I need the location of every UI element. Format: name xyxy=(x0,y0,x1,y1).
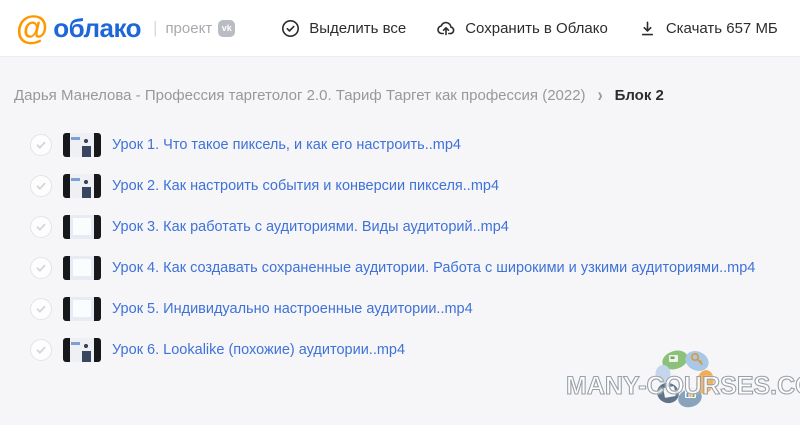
chevron-right-icon: › xyxy=(598,84,603,106)
check-circle-icon xyxy=(281,19,300,38)
thumbnail-preview xyxy=(70,256,94,280)
download-label: Скачать 657 МБ xyxy=(666,20,778,37)
file-link[interactable]: Урок 5. Индивидуально настроенные аудито… xyxy=(112,301,473,317)
thumbnail-preview xyxy=(70,133,94,157)
breadcrumb-parent-folder[interactable]: Дарья Манелова - Профессия таргетолог 2.… xyxy=(14,87,586,104)
file-row[interactable]: Урок 3. Как работать с аудиториями. Виды… xyxy=(0,206,800,247)
select-file-checkbox[interactable] xyxy=(30,339,52,361)
download-icon xyxy=(638,19,657,38)
brand-name: облако xyxy=(53,13,141,44)
file-link[interactable]: Урок 3. Как работать с аудиториями. Виды… xyxy=(112,219,509,235)
video-thumbnail[interactable] xyxy=(63,174,101,198)
vk-icon: vk xyxy=(218,20,235,37)
select-all-button[interactable]: Выделить все xyxy=(281,19,406,38)
cloud-upload-icon xyxy=(436,18,456,38)
toolbar: Выделить все Сохранить в Облако Скач xyxy=(281,18,778,38)
select-file-checkbox[interactable] xyxy=(30,134,52,156)
select-file-checkbox[interactable] xyxy=(30,298,52,320)
thumbnail-preview xyxy=(70,215,94,239)
project-label: проект xyxy=(165,20,212,37)
video-thumbnail[interactable] xyxy=(63,133,101,157)
file-list: Урок 1. Что такое пиксель, и как его нас… xyxy=(0,124,800,370)
file-row[interactable]: Урок 2. Как настроить события и конверси… xyxy=(0,165,800,206)
save-to-cloud-label: Сохранить в Облако xyxy=(465,20,608,37)
header: @ облако | проект vk Выделить все xyxy=(0,0,800,57)
file-link[interactable]: Урок 2. Как настроить события и конверси… xyxy=(112,178,499,194)
breadcrumb-current-folder: Блок 2 xyxy=(615,87,664,104)
video-thumbnail[interactable] xyxy=(63,256,101,280)
cloud-logo[interactable]: @ облако | проект vk xyxy=(16,13,235,44)
thumbnail-preview xyxy=(70,338,94,362)
file-row[interactable]: Урок 4. Как создавать сохраненные аудито… xyxy=(0,247,800,288)
video-thumbnail[interactable] xyxy=(63,297,101,321)
logo-divider: | xyxy=(153,18,157,38)
breadcrumb: Дарья Манелова - Профессия таргетолог 2.… xyxy=(0,57,800,114)
save-to-cloud-button[interactable]: Сохранить в Облако xyxy=(436,18,608,38)
video-thumbnail[interactable] xyxy=(63,338,101,362)
select-file-checkbox[interactable] xyxy=(30,257,52,279)
thumbnail-preview xyxy=(70,174,94,198)
select-all-label: Выделить все xyxy=(309,20,406,37)
thumbnail-preview xyxy=(70,297,94,321)
file-link[interactable]: Урок 4. Как создавать сохраненные аудито… xyxy=(112,260,755,276)
file-link[interactable]: Урок 1. Что такое пиксель, и как его нас… xyxy=(112,137,461,153)
file-row[interactable]: Урок 1. Что такое пиксель, и как его нас… xyxy=(0,124,800,165)
video-thumbnail[interactable] xyxy=(63,215,101,239)
file-row[interactable]: Урок 5. Индивидуально настроенные аудито… xyxy=(0,288,800,329)
mailru-at-icon: @ xyxy=(16,11,48,44)
select-file-checkbox[interactable] xyxy=(30,175,52,197)
watermark-text: MANY-COURSES.COM xyxy=(566,372,796,401)
download-button[interactable]: Скачать 657 МБ xyxy=(638,19,778,38)
file-link[interactable]: Урок 6. Lookalike (похожие) аудитории..m… xyxy=(112,342,405,358)
select-file-checkbox[interactable] xyxy=(30,216,52,238)
file-row[interactable]: Урок 6. Lookalike (похожие) аудитории..m… xyxy=(0,329,800,370)
main-content: Дарья Манелова - Профессия таргетолог 2.… xyxy=(0,57,800,370)
